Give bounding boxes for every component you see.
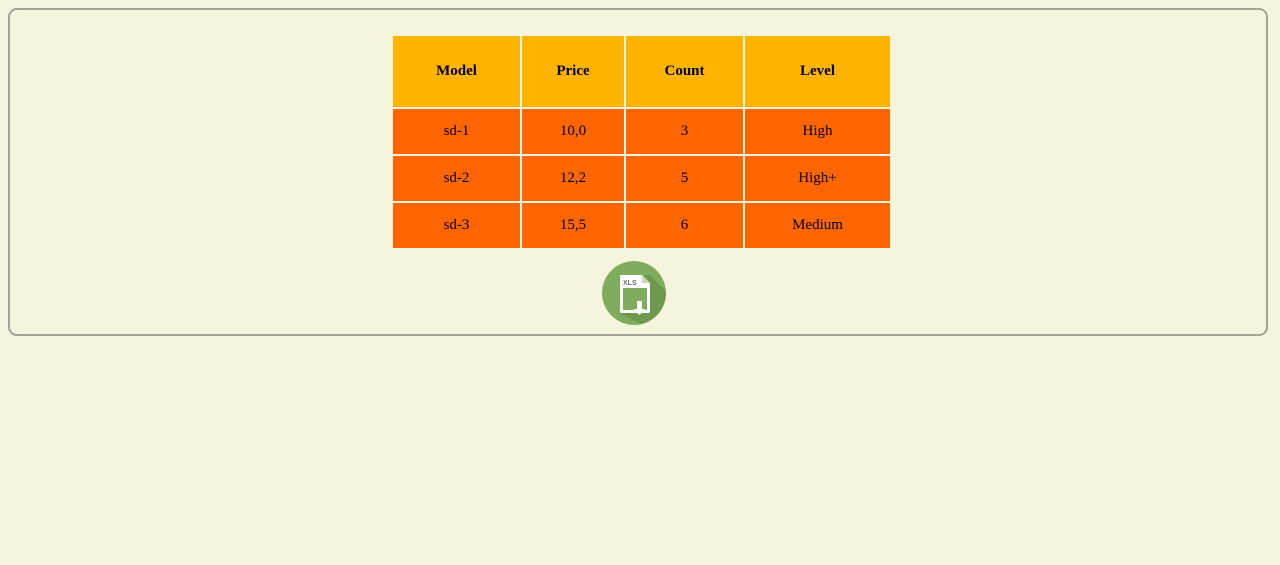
column-header-price[interactable]: Price — [522, 36, 624, 107]
column-header-model[interactable]: Model — [393, 36, 520, 107]
cell-price: 15,5 — [522, 203, 624, 248]
cell-level: High+ — [745, 156, 890, 201]
cell-count: 5 — [626, 156, 743, 201]
cell-count: 3 — [626, 109, 743, 154]
cell-price: 10,0 — [522, 109, 624, 154]
cell-level: High — [745, 109, 890, 154]
data-table: Model Price Count Level sd-1 10,0 3 High… — [391, 34, 892, 250]
export-xls-button[interactable]: XLS — [602, 261, 666, 325]
cell-price: 12,2 — [522, 156, 624, 201]
cell-model: sd-2 — [393, 156, 520, 201]
cell-level: Medium — [745, 203, 890, 248]
table-row: sd-2 12,2 5 High+ — [393, 156, 890, 201]
cell-model: sd-3 — [393, 203, 520, 248]
content-panel: Model Price Count Level sd-1 10,0 3 High… — [8, 8, 1268, 336]
table-header-row: Model Price Count Level — [393, 36, 890, 107]
xls-download-icon: XLS — [602, 261, 666, 325]
cell-count: 6 — [626, 203, 743, 248]
column-header-level[interactable]: Level — [745, 36, 890, 107]
cell-model: sd-1 — [393, 109, 520, 154]
xls-label: XLS — [623, 280, 637, 287]
column-header-count[interactable]: Count — [626, 36, 743, 107]
table-row: sd-3 15,5 6 Medium — [393, 203, 890, 248]
table-row: sd-1 10,0 3 High — [393, 109, 890, 154]
